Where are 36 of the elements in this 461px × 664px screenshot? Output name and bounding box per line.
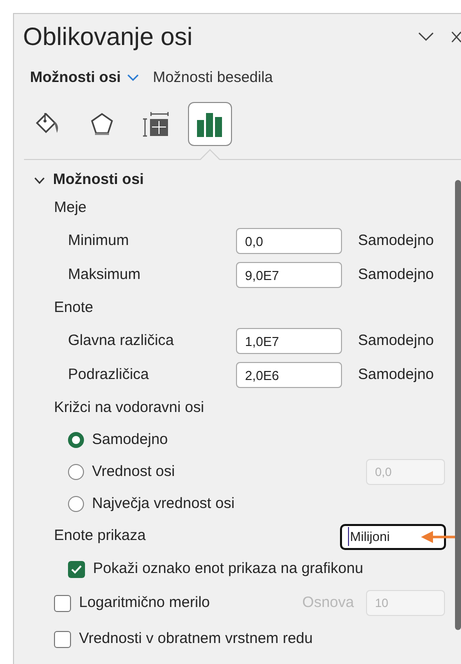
field-label: Minimum [68, 230, 130, 251]
auto-label: Samodejno [358, 330, 434, 351]
checkmark-icon [71, 564, 82, 574]
auto-label: Samodejno [358, 264, 434, 285]
input-field[interactable]: 1,0E7 [236, 328, 342, 354]
input-field[interactable]: 2,0E6 [236, 362, 342, 388]
group-label: Meje [54, 198, 87, 218]
field-label: Enote prikaza [54, 526, 146, 546]
checkbox[interactable]: Pokaži oznako enot prikaza na grafikonu [68, 558, 364, 580]
checkbox[interactable]: Logaritmično merilo [54, 592, 210, 614]
section-header[interactable]: Možnosti osi [14, 168, 144, 192]
field-label: Osnova [302, 592, 354, 613]
field-label: Podrazličica [68, 364, 150, 385]
format-tab[interactable] [188, 102, 232, 146]
close-icon [451, 31, 461, 43]
input-field[interactable]: 9,0E7 [236, 262, 342, 288]
radio-button[interactable]: Samodejno [68, 428, 168, 452]
radio-button[interactable]: Največja vrednost osi [68, 492, 235, 516]
scrollbar-thumb[interactable] [455, 180, 461, 630]
auto-label: Samodejno [358, 230, 434, 251]
group-label: Enote [54, 298, 94, 318]
field-label: Maksimum [68, 264, 142, 285]
chevron-down-icon [126, 74, 139, 82]
group-label: Križci na vodoravni osi [54, 398, 204, 418]
dropdown[interactable]: Milijoni [340, 524, 446, 550]
input-field[interactable]: 0,0 [236, 228, 342, 254]
checkbox[interactable]: Vrednosti v obratnem vrstnem redu [54, 628, 313, 650]
chevron-down-icon [418, 32, 434, 42]
auto-label: Samodejno [358, 364, 434, 385]
tab[interactable]: Možnosti osi [30, 66, 139, 90]
pane-title: Oblikovanje osi [23, 24, 193, 50]
tab[interactable]: Možnosti besedila [152, 66, 273, 90]
field-label: Glavna različica [68, 330, 175, 351]
resize-icon [141, 109, 171, 139]
chevron-down-icon [34, 176, 45, 184]
radio-button[interactable]: Vrednost osi [68, 460, 175, 484]
